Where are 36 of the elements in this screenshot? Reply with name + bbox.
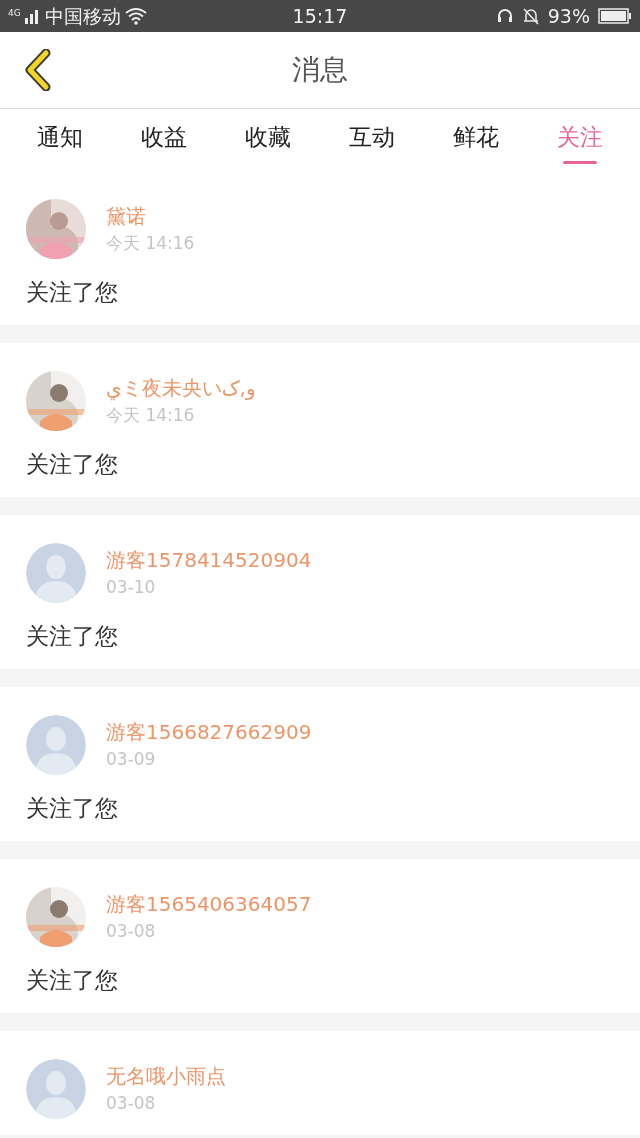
clock: 15:17 <box>291 3 349 29</box>
message-time: 03-09 <box>106 748 157 771</box>
network-type: 4G <box>8 6 21 20</box>
message-text: 关注了您 <box>26 450 119 479</box>
signal-icon <box>24 8 41 24</box>
wifi-icon <box>124 7 147 25</box>
user-name[interactable]: 游客1566827662909 <box>106 718 312 746</box>
user-name[interactable]: يミ夜未央いو,ک <box>106 374 256 402</box>
user-name[interactable]: 无名哦小雨点 <box>106 1062 226 1090</box>
tab[interactable]: 收益 <box>112 109 216 171</box>
message-time: 今天 14:16 <box>106 232 195 255</box>
message-time: 03-08 <box>106 1092 157 1115</box>
carrier-name: 中国移动 <box>44 3 121 29</box>
battery-percent: 93% <box>547 3 590 29</box>
message-text: 关注了您 <box>26 966 119 995</box>
message-time: 03-08 <box>106 920 157 943</box>
default-avatar-icon <box>26 715 86 775</box>
tab[interactable]: 鲜花 <box>424 109 528 171</box>
message-text: 关注了您 <box>26 794 119 823</box>
tab[interactable]: 收藏 <box>216 109 320 171</box>
tab[interactable]: 关注 <box>528 109 632 171</box>
user-name[interactable]: 游客1578414520904 <box>106 546 312 574</box>
headset-icon <box>495 7 514 25</box>
message-text: 关注了您 <box>26 278 119 307</box>
battery-icon <box>598 8 632 24</box>
page-title: 消息 <box>292 52 348 88</box>
muted-bell-icon <box>521 7 540 25</box>
default-avatar-icon <box>26 543 86 603</box>
message-time: 今天 14:16 <box>106 404 196 427</box>
user-name[interactable]: 游客1565406364057 <box>106 890 312 918</box>
user-name[interactable]: 黛诺 <box>106 202 195 230</box>
message-text: 关注了您 <box>26 622 119 651</box>
tab[interactable]: 通知 <box>8 109 112 171</box>
message-time: 03-10 <box>106 576 157 599</box>
default-avatar-icon <box>26 1059 86 1119</box>
tab[interactable]: 互动 <box>320 109 424 171</box>
